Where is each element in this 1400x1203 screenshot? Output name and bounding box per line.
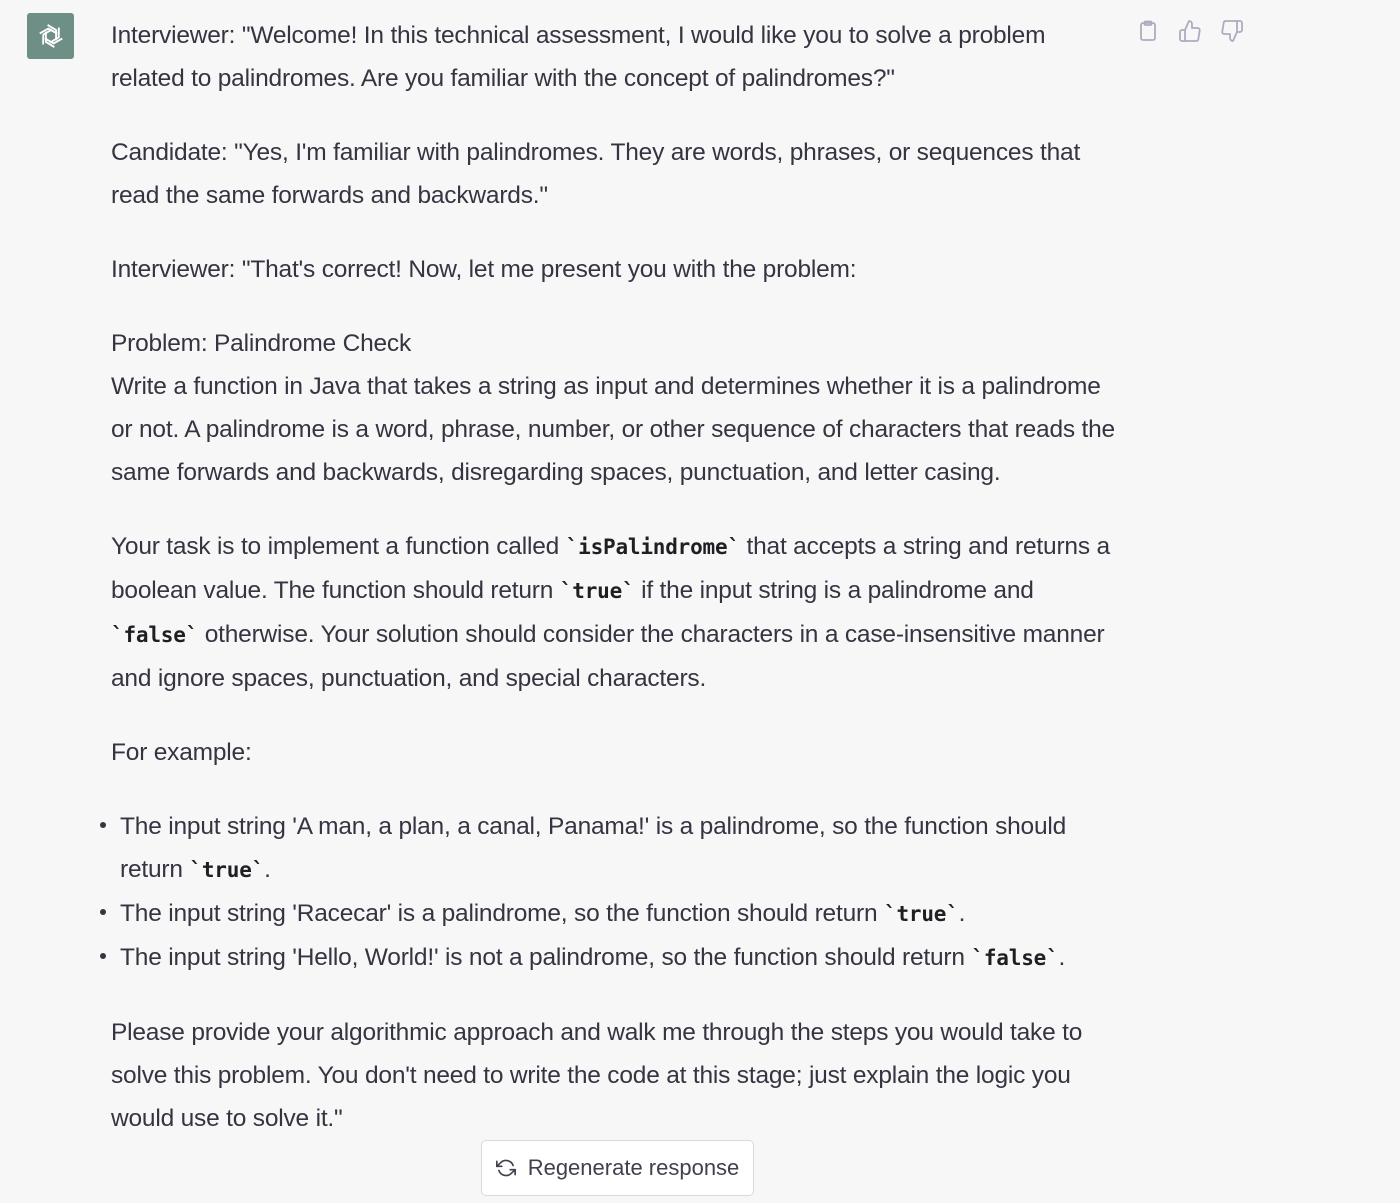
copy-button[interactable] bbox=[1134, 17, 1162, 45]
paragraph-problem: Problem: Palindrome Check Write a functi… bbox=[111, 322, 1121, 494]
refresh-icon bbox=[495, 1159, 516, 1177]
paragraph-for-example: For example: bbox=[111, 739, 252, 766]
example-text: The input string 'Racecar' is a palindro… bbox=[120, 900, 884, 927]
example-end: . bbox=[1058, 944, 1066, 971]
message-actions bbox=[1134, 17, 1246, 45]
example-end: . bbox=[264, 856, 271, 883]
inline-code: `false` bbox=[971, 946, 1059, 970]
thumbs-down-button[interactable] bbox=[1218, 17, 1246, 45]
thumbs-down-icon bbox=[1221, 20, 1243, 42]
examples-list: The input string 'A man, a plan, a canal… bbox=[100, 805, 1121, 980]
problem-title: Problem: Palindrome Check bbox=[111, 330, 412, 357]
openai-logo-icon bbox=[38, 24, 63, 48]
regenerate-label: Regenerate response bbox=[527, 1155, 740, 1180]
paragraph-interviewer-problem-intro: Interviewer: "That's correct! Now, let m… bbox=[111, 256, 857, 283]
list-item: The input string 'Hello, World!' is not … bbox=[100, 936, 1121, 980]
paragraph-task: Your task is to implement a function cal… bbox=[111, 525, 1121, 700]
paragraph-closing: Please provide your algorithmic approach… bbox=[111, 1019, 1083, 1132]
thumbs-up-icon bbox=[1179, 20, 1201, 42]
task-text: Your task is to implement a function cal… bbox=[111, 533, 566, 560]
clipboard-icon bbox=[1140, 20, 1156, 41]
paragraph-candidate-reply: Candidate: "Yes, I'm familiar with palin… bbox=[111, 139, 1081, 209]
inline-code: `true` bbox=[559, 579, 635, 603]
thumbs-up-button[interactable] bbox=[1176, 17, 1204, 45]
paragraph-interviewer-welcome: Interviewer: "Welcome! In this technical… bbox=[111, 22, 1046, 92]
list-item: The input string 'A man, a plan, a canal… bbox=[100, 805, 1121, 892]
inline-code: `true` bbox=[884, 902, 959, 926]
assistant-avatar bbox=[27, 13, 74, 59]
inline-code: `isPalindrome` bbox=[565, 535, 740, 559]
example-text: The input string 'Hello, World!' is not … bbox=[120, 944, 972, 971]
task-text: if the input string is a palindrome and bbox=[634, 577, 1034, 604]
assistant-message: Interviewer: "Welcome! In this technical… bbox=[100, 14, 1121, 1171]
regenerate-response-button[interactable]: Regenerate response bbox=[481, 1140, 754, 1196]
problem-body: Write a function in Java that takes a st… bbox=[111, 373, 1115, 486]
list-item: The input string 'Racecar' is a palindro… bbox=[100, 892, 1121, 936]
task-text: otherwise. Your solution should consider… bbox=[111, 621, 1105, 692]
example-end: . bbox=[958, 900, 966, 927]
inline-code: `false` bbox=[111, 623, 199, 647]
inline-code: `true` bbox=[189, 858, 265, 882]
